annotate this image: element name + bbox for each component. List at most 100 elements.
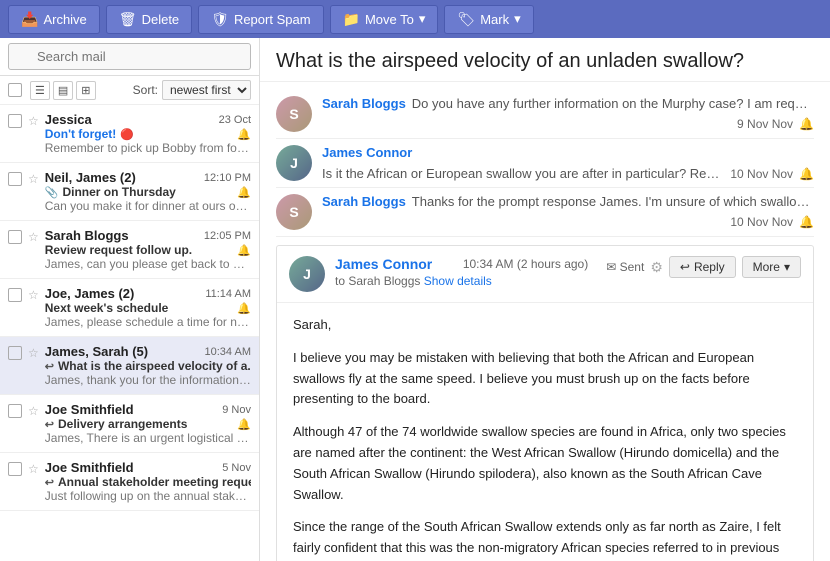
view-list-button[interactable]: ☰: [30, 81, 50, 100]
thread-content: Sarah Bloggs Do you have any further inf…: [322, 96, 814, 131]
expanded-actions: ✉ Sent ⚙ ↩ Reply More ▾: [606, 256, 801, 278]
email-date: 9 Nov: [222, 404, 251, 416]
email-body: Joe Smithfield 5 Nov ↩ Annual stakeholde…: [45, 460, 251, 503]
email-checkbox[interactable]: [8, 288, 22, 302]
thread-sender-name: Sarah Bloggs: [322, 96, 406, 111]
snooze-icon: 🔔: [237, 128, 251, 141]
star-button[interactable]: ☆: [28, 288, 39, 302]
mute-icon: 🔔: [799, 215, 814, 229]
expanded-header: J James Connor 10:34 AM (2 hours ago) to…: [277, 246, 813, 303]
star-button[interactable]: ☆: [28, 172, 39, 186]
snooze-icon: 🔔: [237, 244, 251, 257]
move-to-label: Move To: [365, 12, 414, 27]
avatar: J: [289, 256, 325, 292]
report-spam-label: Report Spam: [234, 12, 311, 27]
chevron-down-icon: ▾: [514, 11, 521, 27]
email-sender: Neil, James (2): [45, 170, 136, 185]
list-item[interactable]: ☆ Joe, James (2) 11:14 AM Next week's sc…: [0, 279, 259, 337]
email-subject: 📎 Dinner on Thursday 🔔: [45, 185, 251, 199]
search-input[interactable]: [8, 43, 251, 70]
email-body-paragraph: Although 47 of the 74 worldwide swallow …: [293, 422, 797, 505]
expanded-sender-name: James Connor: [335, 256, 432, 272]
email-sender: Joe Smithfield: [45, 402, 134, 417]
toolbar: 📥 Archive 🗑 Delete 🛡 Report Spam 📁 Move …: [0, 0, 830, 38]
sort-select[interactable]: newest first oldest first: [162, 80, 251, 100]
archive-icon: 📥: [21, 11, 38, 28]
expanded-email: J James Connor 10:34 AM (2 hours ago) to…: [276, 245, 814, 561]
view-grid-button[interactable]: ⊞: [76, 81, 95, 100]
expanded-meta: James Connor 10:34 AM (2 hours ago) to S…: [335, 256, 588, 288]
avatar: S: [276, 194, 312, 230]
tag-icon: 🏷: [457, 11, 475, 28]
list-item[interactable]: ☆ Joe Smithfield 9 Nov ↩ Delivery arrang…: [0, 395, 259, 453]
delete-icon: 🗑: [119, 11, 137, 28]
list-item[interactable]: ☆ Jessica 23 Oct Don't forget! 🔴 🔔 Remem…: [0, 105, 259, 163]
list-item[interactable]: ☆ Joe Smithfield 5 Nov ↩ Annual stakehol…: [0, 453, 259, 511]
email-checkbox[interactable]: [8, 114, 22, 128]
archive-label: Archive: [43, 12, 86, 27]
email-list: ☆ Jessica 23 Oct Don't forget! 🔴 🔔 Remem…: [0, 105, 259, 561]
mark-label: Mark: [480, 12, 509, 27]
star-button[interactable]: ☆: [28, 404, 39, 418]
email-body-paragraph: I believe you may be mistaken with belie…: [293, 348, 797, 410]
snooze-icon: 🔔: [237, 186, 251, 199]
thread-date: 10 Nov Nov: [730, 215, 793, 229]
archive-button[interactable]: 📥 Archive: [8, 5, 100, 34]
email-date: 10:34 AM: [205, 346, 251, 358]
mute-icon: 🔔: [799, 117, 814, 131]
reply-button[interactable]: ↩ Reply: [669, 256, 736, 278]
thread-date: 10 Nov Nov: [730, 167, 793, 181]
thread-list: S Sarah Bloggs Do you have any further i…: [260, 82, 830, 561]
thread-date: 9 Nov Nov: [737, 117, 793, 131]
email-date: 5 Nov: [222, 462, 251, 474]
thread-preview-text: Do you have any further information on t…: [412, 96, 812, 111]
move-to-button[interactable]: 📁 Move To ▾: [330, 5, 439, 34]
show-details-link[interactable]: Show details: [424, 274, 492, 288]
main-area: 🔍 ☰ ▤ ⊞ Sort: newest first oldest first …: [0, 38, 830, 561]
email-preview: James, please schedule a time for next w…: [45, 315, 251, 329]
email-body-paragraph: Sarah,: [293, 315, 797, 336]
email-preview: James, There is an urgent logistical nee…: [45, 431, 251, 445]
email-body: Jessica 23 Oct Don't forget! 🔴 🔔 Remembe…: [45, 112, 251, 155]
email-detail-panel: What is the airspeed velocity of an unla…: [260, 38, 830, 561]
email-body: Neil, James (2) 12:10 PM 📎 Dinner on Thu…: [45, 170, 251, 213]
star-button[interactable]: ☆: [28, 462, 39, 476]
reply-indicator-icon: ↩: [45, 476, 54, 489]
view-compact-button[interactable]: ▤: [53, 81, 73, 100]
snooze-icon: 🔔: [237, 418, 251, 431]
mark-button[interactable]: 🏷 Mark ▾: [444, 5, 533, 34]
list-item[interactable]: ☆ James, Sarah (5) 10:34 AM ↩ What is th…: [0, 337, 259, 395]
select-all-checkbox[interactable]: [8, 83, 22, 97]
list-item[interactable]: ☆ Sarah Bloggs 12:05 PM Review request f…: [0, 221, 259, 279]
thread-preview-text: Thanks for the prompt response James. I'…: [412, 194, 812, 209]
email-checkbox[interactable]: [8, 462, 22, 476]
star-button[interactable]: ☆: [28, 230, 39, 244]
email-checkbox[interactable]: [8, 404, 22, 418]
thread-item[interactable]: S Sarah Bloggs Thanks for the prompt res…: [276, 188, 814, 237]
list-item[interactable]: ☆ Neil, James (2) 12:10 PM 📎 Dinner on T…: [0, 163, 259, 221]
chevron-down-icon: ▾: [784, 260, 790, 274]
thread-item[interactable]: J James Connor Is it the African or Euro…: [276, 139, 814, 188]
folder-icon: 📁: [343, 11, 360, 28]
expanded-time: 10:34 AM (2 hours ago): [463, 257, 588, 271]
email-preview: James, thank you for the information. I …: [45, 373, 251, 387]
email-body-paragraph: Since the range of the South African Swa…: [293, 517, 797, 561]
email-checkbox[interactable]: [8, 230, 22, 244]
thread-sender-name: James Connor: [322, 145, 412, 160]
attachment-icon: 📎: [45, 186, 59, 199]
report-spam-button[interactable]: 🛡 Report Spam: [198, 5, 323, 34]
star-button[interactable]: ⚙: [650, 259, 663, 276]
avatar: S: [276, 96, 312, 132]
email-checkbox[interactable]: [8, 346, 22, 360]
thread-content: Sarah Bloggs Thanks for the prompt respo…: [322, 194, 814, 229]
email-checkbox[interactable]: [8, 172, 22, 186]
reply-indicator-icon: ↩: [45, 360, 54, 373]
star-button[interactable]: ☆: [28, 114, 39, 128]
search-bar: 🔍: [0, 38, 259, 76]
star-button[interactable]: ☆: [28, 346, 39, 360]
thread-item[interactable]: S Sarah Bloggs Do you have any further i…: [276, 90, 814, 139]
delete-button[interactable]: 🗑 Delete: [106, 5, 192, 34]
email-date: 23 Oct: [219, 114, 251, 126]
expanded-body: Sarah, I believe you may be mistaken with…: [277, 303, 813, 561]
more-button[interactable]: More ▾: [742, 256, 801, 278]
